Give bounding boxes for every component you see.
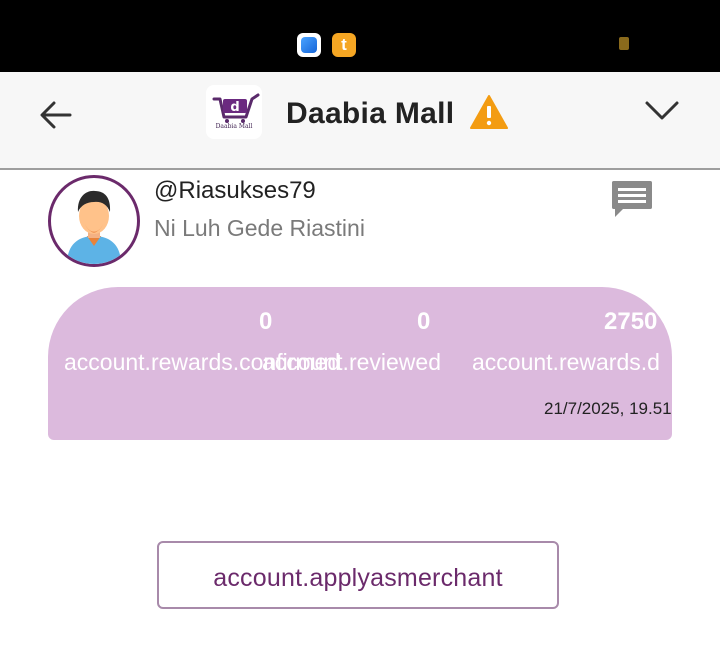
stat-value-rewards: 2750 (604, 308, 658, 335)
apply-merchant-button[interactable]: account.applyasmerchant (157, 541, 559, 609)
stat-date: 21/7/2025, 19.51.28 (544, 399, 672, 418)
stat-label-reviewed: account.reviewed (262, 349, 441, 375)
battery-icon (619, 37, 629, 50)
avatar-icon (67, 190, 121, 264)
chevron-down-icon[interactable] (644, 96, 680, 124)
notification-app-icon-2: t (332, 33, 356, 57)
stat-value-confirmed: 0 (259, 308, 273, 335)
app-logo: d Daabia Mall (206, 85, 262, 139)
back-arrow-icon[interactable] (36, 95, 76, 135)
rewards-stats-card: 0 0 2750 account.rewards.confirmed accou… (48, 287, 672, 440)
logo-text: Daabia Mall (215, 123, 253, 130)
stat-value-reviewed: 0 (417, 308, 431, 335)
full-name: Ni Luh Gede Riastini (154, 215, 365, 241)
page-title: Daabia Mall (286, 97, 455, 130)
svg-text:d: d (230, 100, 239, 115)
username: @Riasukses79 (154, 177, 316, 204)
status-bar: t (0, 0, 720, 72)
chat-icon[interactable] (610, 178, 654, 220)
logo-cart-icon: d (212, 93, 260, 123)
avatar[interactable] (48, 175, 140, 267)
stat-label-rewards: account.rewards.d (472, 349, 660, 375)
app-bar: d Daabia Mall Daabia Mall (0, 72, 720, 170)
warning-icon[interactable] (470, 94, 508, 130)
notification-app-icon (297, 33, 321, 57)
